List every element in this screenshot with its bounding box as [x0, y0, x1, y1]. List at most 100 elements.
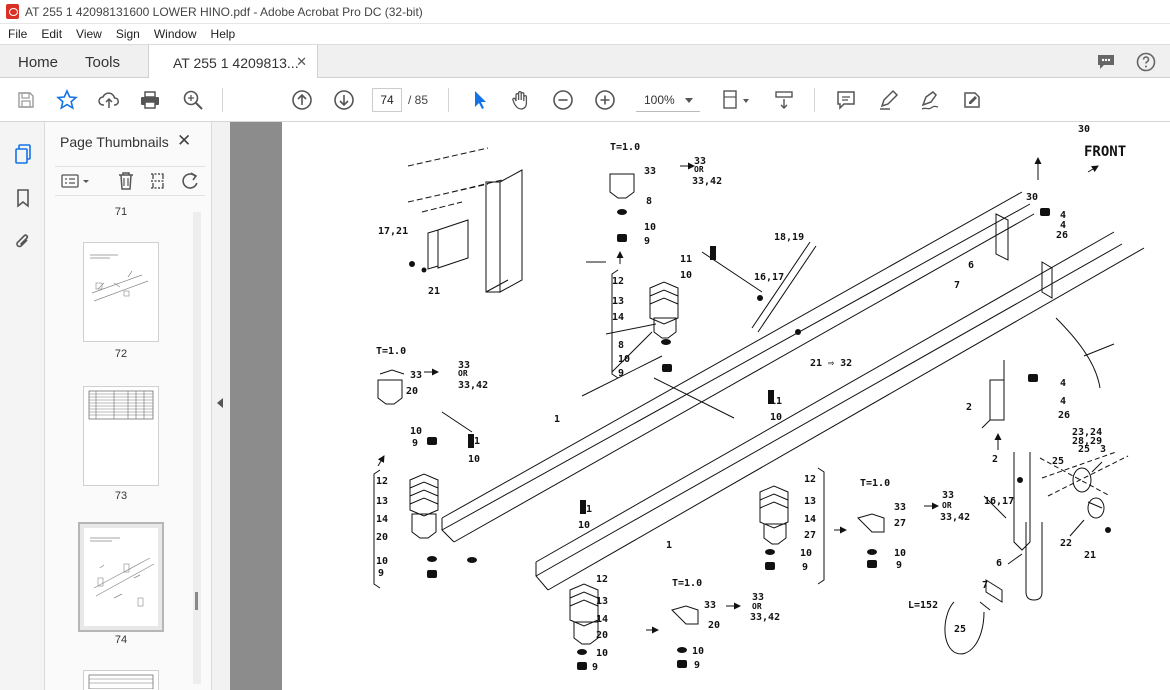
thumbnail-label: 74 [114, 634, 128, 646]
tab-tools[interactable]: Tools [85, 45, 120, 79]
label-27: 27 [804, 530, 816, 541]
select-cursor-icon[interactable] [468, 88, 492, 112]
menu-bar: File Edit View Sign Window Help [0, 24, 1170, 44]
label-13: 13 [804, 496, 816, 507]
thumbnail-drawing-preview [90, 254, 149, 302]
page-thumbnail-72[interactable] [83, 242, 159, 342]
panel-toolbar [55, 166, 205, 196]
label-12: 12 [612, 276, 624, 287]
panel-close-icon[interactable]: ✕ [177, 131, 191, 151]
menu-sign[interactable]: Sign [116, 27, 140, 41]
window-title: AT 255 1 42098131600 LOWER HINO.pdf - Ad… [25, 4, 423, 19]
previous-page-icon[interactable] [290, 88, 314, 112]
title-bar: AT 255 1 42098131600 LOWER HINO.pdf - Ad… [0, 0, 1170, 24]
page-fit-icon[interactable] [720, 88, 752, 112]
label-20: 20 [708, 620, 720, 631]
menu-file[interactable]: File [8, 27, 27, 41]
label-t10: T=1.0 [860, 478, 890, 489]
page-thumbnail-74-selected[interactable] [78, 522, 164, 632]
label-4: 4 [1060, 378, 1066, 389]
label-30: 30 [1078, 124, 1090, 135]
label-9: 9 [592, 662, 598, 673]
draw-freeform-icon[interactable] [918, 88, 942, 112]
menu-view[interactable]: View [76, 27, 102, 41]
delete-page-icon[interactable] [115, 170, 137, 192]
thumbnail-scrollbar[interactable] [193, 212, 201, 684]
bookmarks-icon[interactable] [11, 186, 35, 210]
label-t10: T=1.0 [610, 142, 640, 153]
help-icon[interactable] [1134, 50, 1158, 74]
thumbnail-scroll-thumb[interactable] [195, 592, 198, 610]
label-20: 20 [596, 630, 608, 641]
zoom-level-select[interactable]: 100% [636, 88, 700, 112]
label-20: 20 [406, 386, 418, 397]
label-or: OR [458, 369, 468, 378]
collapse-panel-arrow-icon[interactable] [217, 398, 223, 408]
save-icon[interactable] [14, 88, 38, 112]
toolbar-separator [222, 88, 223, 112]
label-7: 7 [954, 280, 960, 291]
highlight-pen-icon[interactable] [876, 88, 900, 112]
label-9: 9 [896, 560, 902, 571]
label-17-21: 17,21 [378, 226, 408, 237]
menu-edit[interactable]: Edit [41, 27, 62, 41]
label-25: 25 [1078, 444, 1090, 455]
zoom-search-icon[interactable] [181, 88, 205, 112]
zoom-out-icon[interactable] [551, 88, 575, 112]
label-20: 20 [376, 532, 388, 543]
thumbnail-options-icon[interactable] [59, 170, 93, 192]
label-16-17: 16,17 [754, 272, 784, 283]
next-page-icon[interactable] [332, 88, 356, 112]
comment-bubble-icon[interactable] [1094, 50, 1118, 74]
attachments-paperclip-icon[interactable] [11, 230, 35, 254]
add-comment-icon[interactable] [834, 88, 858, 112]
hand-tool-icon[interactable] [509, 88, 533, 112]
left-navigation-rail [0, 122, 45, 690]
label-11: 11 [770, 396, 782, 407]
toolbar-separator [448, 88, 449, 112]
tab-bar-right-icons [1094, 50, 1158, 74]
label-9: 9 [618, 368, 624, 379]
label-13: 13 [612, 296, 624, 307]
zoom-level-value: 100% [644, 92, 675, 107]
label-9: 9 [412, 438, 418, 449]
label-11: 11 [680, 254, 692, 265]
thumbnail-table-preview [88, 674, 154, 690]
thumbnail-table-preview [88, 390, 154, 420]
tab-home[interactable]: Home [18, 45, 58, 79]
parts-diagram: FRONT T=1.0 T=1.0 T=1.0 T=1.0 L=152 33 3… [373, 124, 1145, 673]
print-icon[interactable] [138, 88, 162, 112]
label-22: 22 [1060, 538, 1072, 549]
thumbnail-drawing-preview [84, 528, 158, 626]
label-16-17: 16,17 [984, 496, 1014, 507]
label-10: 10 [644, 222, 656, 233]
label-33: 33 [704, 600, 716, 611]
scrolling-mode-icon[interactable] [772, 88, 796, 112]
tab-close-icon[interactable]: ✕ [296, 54, 307, 70]
page-thumbnail-75[interactable] [83, 670, 159, 690]
page-thumbnails-icon[interactable] [11, 142, 35, 166]
label-25: 25 [1052, 456, 1064, 467]
rotate-page-icon[interactable] [179, 170, 201, 192]
bookmark-star-icon[interactable] [55, 88, 79, 112]
label-9: 9 [378, 568, 384, 579]
page-thumbnail-73[interactable] [83, 386, 159, 486]
document-view[interactable]: FRONT T=1.0 T=1.0 T=1.0 T=1.0 L=152 33 3… [230, 122, 1170, 690]
menu-help[interactable]: Help [211, 27, 236, 41]
label-30: 30 [1026, 192, 1038, 203]
label-33-42: 33,42 [692, 176, 722, 187]
tab-document[interactable]: AT 255 1 4209813... ✕ [148, 45, 318, 80]
fill-sign-icon[interactable] [960, 88, 984, 112]
label-14: 14 [596, 614, 608, 625]
zoom-in-icon[interactable] [593, 88, 617, 112]
thumbnail-label: 73 [114, 490, 128, 502]
page-number-input[interactable]: 74 [372, 88, 402, 112]
upload-cloud-icon[interactable] [97, 88, 121, 112]
panel-splitter[interactable] [212, 122, 230, 690]
extract-pages-icon[interactable] [147, 170, 169, 192]
acrobat-pdf-icon [6, 4, 19, 19]
label-13: 13 [596, 596, 608, 607]
menu-window[interactable]: Window [154, 27, 197, 41]
label-33: 33 [894, 502, 906, 513]
label-26: 26 [1058, 410, 1070, 421]
